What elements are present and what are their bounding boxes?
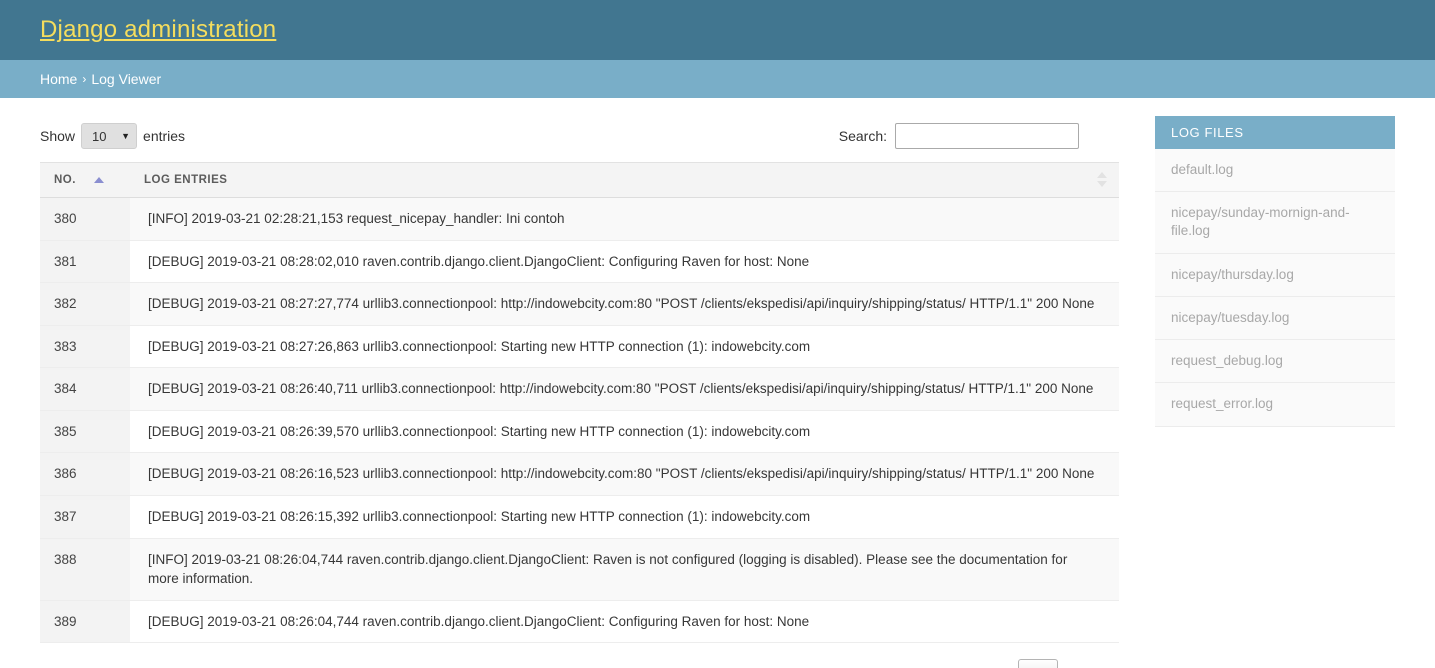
datatable-controls: Show 10 ▼ entries Search: [40, 116, 1119, 156]
log-file-item[interactable]: nicepay/sunday-mornign-and-file.log [1155, 192, 1395, 254]
log-file-item[interactable]: nicepay/tuesday.log [1155, 297, 1395, 341]
cell-log-entry: [INFO] 2019-03-21 08:26:04,744 raven.con… [130, 538, 1119, 601]
cell-log-entry: [DEBUG] 2019-03-21 08:28:02,010 raven.co… [130, 240, 1119, 284]
pagination-next[interactable]: Next [1070, 661, 1113, 668]
table-row[interactable]: 383 [DEBUG] 2019-03-21 08:27:26,863 urlli… [40, 325, 1119, 369]
cell-log-entry: [DEBUG] 2019-03-21 08:27:27,774 urllib3.… [130, 282, 1119, 326]
log-file-item[interactable]: nicepay/thursday.log [1155, 254, 1395, 297]
log-file-item[interactable]: default.log [1155, 149, 1395, 193]
cell-no: 388 [40, 538, 130, 601]
admin-header: Django administration [0, 0, 1435, 60]
page-length-control: Show 10 ▼ entries [40, 123, 185, 149]
cell-no: 382 [40, 282, 130, 326]
log-files-list: default.log nicepay/sunday-mornign-and-fi… [1155, 149, 1395, 427]
breadcrumb-separator-icon: › [82, 72, 87, 86]
show-label: Show [40, 128, 76, 144]
table-row[interactable]: 387 [DEBUG] 2019-03-21 08:26:15,392 urlli… [40, 495, 1119, 539]
breadcrumb-current: Log Viewer [91, 71, 162, 87]
breadcrumb: Home › Log Viewer [0, 60, 1435, 98]
log-files-sidebar: LOG FILES default.log nicepay/sunday-morn… [1155, 116, 1395, 427]
table-row[interactable]: 382 [DEBUG] 2019-03-21 08:27:27,774 urlli… [40, 282, 1119, 326]
cell-log-entry: [DEBUG] 2019-03-21 08:26:39,570 urllib3.… [130, 410, 1119, 454]
chevron-down-icon: ▼ [121, 130, 131, 141]
cell-log-entry: [DEBUG] 2019-03-21 08:27:26,863 urllib3.… [130, 325, 1119, 369]
cell-no: 383 [40, 325, 130, 369]
table-body: 380 [INFO] 2019-03-21 02:28:21,153 reques… [40, 197, 1119, 644]
sort-ascending-icon [94, 177, 104, 183]
datatable-footer: Showing 381 to 390 of 390 entries Previo… [40, 643, 1119, 668]
pagination-previous[interactable]: Previous [643, 661, 711, 668]
search-input[interactable] [895, 123, 1079, 149]
cell-no: 384 [40, 367, 130, 411]
page-length-value: 10 [92, 128, 107, 144]
pagination-page-1[interactable]: 1 [723, 661, 755, 668]
cell-log-entry: [DEBUG] 2019-03-21 08:26:40,711 urllib3.… [130, 367, 1119, 411]
column-header-no-label: NO. [54, 174, 76, 186]
log-file-item[interactable]: request_debug.log [1155, 340, 1395, 384]
cell-log-entry: [DEBUG] 2019-03-21 08:26:16,523 urllib3.… [130, 452, 1119, 496]
search-control: Search: [839, 123, 1079, 149]
table-row[interactable]: 389 [DEBUG] 2019-03-21 08:26:04,744 raven… [40, 600, 1119, 644]
table-row[interactable]: 388 [INFO] 2019-03-21 08:26:04,744 raven.… [40, 538, 1119, 601]
log-entries-table: NO. LOG ENTRIES 380 [INFO] 2019-03-21 02:… [40, 162, 1119, 644]
cell-no: 385 [40, 410, 130, 454]
table-row[interactable]: 385 [DEBUG] 2019-03-21 08:26:39,570 urlli… [40, 410, 1119, 454]
table-row[interactable]: 386 [DEBUG] 2019-03-21 08:26:16,523 urlli… [40, 452, 1119, 496]
log-files-panel: LOG FILES default.log nicepay/sunday-morn… [1155, 116, 1395, 427]
table-row[interactable]: 384 [DEBUG] 2019-03-21 08:26:40,711 urlli… [40, 367, 1119, 411]
search-label: Search: [838, 128, 887, 144]
cell-log-entry: [DEBUG] 2019-03-21 08:26:04,744 raven.co… [130, 600, 1119, 644]
table-header-row: NO. LOG ENTRIES [40, 162, 1119, 198]
entries-label: entries [143, 128, 186, 144]
column-header-log-entries[interactable]: LOG ENTRIES [130, 162, 1119, 198]
pagination-ellipsis: … [767, 661, 800, 668]
log-files-panel-title: LOG FILES [1155, 116, 1395, 149]
cell-no: 389 [40, 600, 130, 644]
pagination-page-36[interactable]: 36 [863, 661, 903, 668]
cell-no: 380 [40, 197, 130, 241]
cell-no: 386 [40, 452, 130, 496]
table-row[interactable]: 381 [DEBUG] 2019-03-21 08:28:02,010 raven… [40, 240, 1119, 284]
cell-no: 387 [40, 495, 130, 539]
cell-no: 381 [40, 240, 130, 284]
table-row[interactable]: 380 [INFO] 2019-03-21 02:28:21,153 reques… [40, 197, 1119, 241]
pagination-page-37[interactable]: 37 [915, 661, 955, 668]
pagination: Previous 1 … 35 36 37 38 39 Next [637, 659, 1119, 668]
pagination-page-38[interactable]: 38 [967, 661, 1007, 668]
page-length-select[interactable]: 10 ▼ [81, 123, 138, 149]
content-area: Show 10 ▼ entries Search: NO. LOG ENTRIE… [0, 98, 1435, 668]
pagination-page-35[interactable]: 35 [812, 661, 852, 668]
pagination-page-39[interactable]: 39 [1018, 659, 1059, 668]
column-header-log-entries-label: LOG ENTRIES [144, 174, 228, 186]
log-file-item[interactable]: request_error.log [1155, 383, 1395, 427]
column-header-no[interactable]: NO. [40, 162, 130, 198]
log-table-panel: Show 10 ▼ entries Search: NO. LOG ENTRIE… [40, 116, 1119, 668]
cell-log-entry: [DEBUG] 2019-03-21 08:26:15,392 urllib3.… [130, 495, 1119, 539]
sort-both-icon [1097, 172, 1107, 188]
table-head: NO. LOG ENTRIES [40, 162, 1119, 198]
breadcrumb-home[interactable]: Home [40, 71, 77, 87]
site-title[interactable]: Django administration [40, 18, 276, 42]
cell-log-entry: [INFO] 2019-03-21 02:28:21,153 request_n… [130, 197, 1119, 241]
